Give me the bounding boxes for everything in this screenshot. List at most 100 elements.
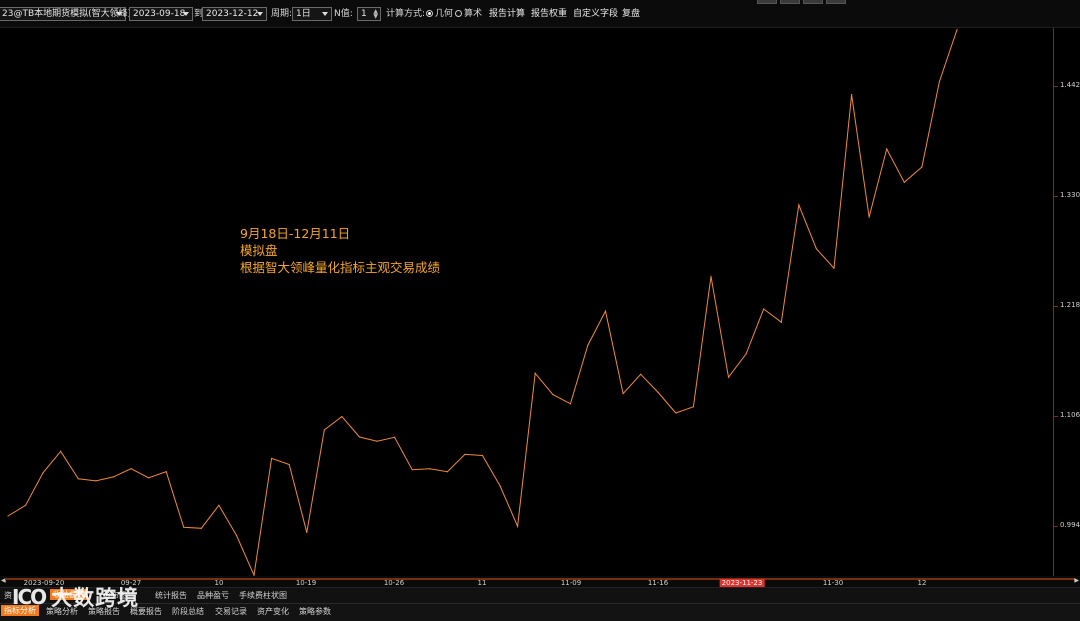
data-point bbox=[376, 440, 378, 442]
watermark-logo: ICO 大数跨境 bbox=[12, 582, 139, 612]
geometric-label: 几何 bbox=[435, 9, 454, 19]
data-point bbox=[692, 406, 694, 408]
start-date-picker[interactable]: 2023-09-18 bbox=[129, 7, 193, 21]
x-tick-label: 10 bbox=[214, 579, 224, 587]
custom-field-button[interactable]: 自定义字段 bbox=[573, 7, 618, 21]
data-point bbox=[429, 468, 431, 470]
n-value-stepper[interactable]: 1 ▲ ▼ bbox=[357, 7, 381, 21]
data-point bbox=[886, 148, 888, 150]
y-tick-mark bbox=[1054, 416, 1058, 418]
review-button[interactable]: 复盘 bbox=[622, 7, 640, 21]
data-point bbox=[60, 450, 62, 452]
tab-asset-changes[interactable]: 资产变化 bbox=[257, 606, 289, 617]
tab-statistics-report[interactable]: 统计报告 bbox=[155, 590, 187, 601]
data-point bbox=[7, 515, 9, 517]
data-point bbox=[710, 275, 712, 278]
x-tick-label: 10-26 bbox=[383, 579, 405, 587]
x-tick-label: 11-09 bbox=[560, 579, 582, 587]
data-point bbox=[24, 504, 27, 506]
radio-selected-icon bbox=[426, 10, 433, 17]
data-point bbox=[130, 468, 132, 470]
data-point bbox=[517, 525, 519, 527]
period-select[interactable]: 1日 bbox=[292, 7, 332, 21]
analysis-tabs: 指标分析 策略分析 策略报告 概要报告 阶段总结 交易记录 资产变化 策略参数 bbox=[0, 603, 1080, 621]
window-button[interactable] bbox=[803, 0, 823, 4]
data-point bbox=[394, 436, 396, 438]
y-tick-mark bbox=[1054, 305, 1058, 307]
data-point bbox=[200, 527, 202, 529]
data-point bbox=[288, 463, 290, 466]
window-button[interactable] bbox=[826, 0, 846, 4]
y-tick-label: 1.2184 bbox=[1060, 300, 1080, 309]
arithmetic-radio[interactable]: 算术 bbox=[455, 7, 482, 21]
data-point bbox=[323, 429, 325, 431]
data-point bbox=[271, 457, 273, 460]
end-date-picker[interactable]: 2023-12-12 bbox=[202, 7, 267, 21]
logo-text: 大数跨境 bbox=[51, 586, 140, 610]
x-tick-label: 11-30 bbox=[822, 579, 844, 587]
view-tabs: 资 收益曲线 分布图 统计报告 品种盈亏 手续费柱状图 bbox=[0, 587, 1080, 603]
tab-product-pnl[interactable]: 品种盈亏 bbox=[197, 590, 229, 601]
scroll-right-icon[interactable]: ▶ bbox=[1074, 577, 1079, 584]
y-axis: 0.9946 1.1065 1.2184 1.3303 1.4422 bbox=[1053, 28, 1080, 576]
tab-funds[interactable]: 资 bbox=[4, 590, 12, 601]
data-point bbox=[183, 526, 185, 528]
data-point bbox=[763, 308, 765, 310]
data-point bbox=[569, 403, 571, 405]
data-point bbox=[956, 29, 958, 31]
y-tick-mark bbox=[1054, 85, 1058, 87]
data-point bbox=[727, 376, 730, 378]
report-calc-button[interactable]: 报告计算 bbox=[489, 7, 525, 21]
x-tick-label: 10-19 bbox=[295, 579, 317, 587]
tab-phase-summary[interactable]: 阶段总结 bbox=[172, 606, 204, 617]
data-point bbox=[815, 248, 818, 250]
n-value-label: N值: bbox=[334, 9, 353, 19]
account-select[interactable]: 23@TB本地期货模拟(智大领峰) bbox=[0, 7, 131, 21]
data-point bbox=[868, 216, 870, 218]
data-point bbox=[587, 344, 589, 346]
data-point bbox=[446, 471, 448, 473]
data-point bbox=[481, 454, 484, 457]
x-tick-label: 11 bbox=[477, 579, 487, 587]
data-point bbox=[604, 310, 607, 312]
data-point bbox=[622, 392, 624, 395]
tab-commission-bar-chart[interactable]: 手续费柱状图 bbox=[239, 590, 287, 601]
equity-curve-chart[interactable] bbox=[0, 28, 1053, 577]
y-tick-label: 1.1065 bbox=[1060, 411, 1080, 420]
x-tick-label: 11-16 bbox=[647, 579, 669, 587]
period-value: 1日 bbox=[296, 9, 311, 19]
data-point bbox=[640, 373, 642, 375]
x-axis[interactable]: ◀ ▶ 2023-09-20 09-27 10 10-19 10-26 11 11-09 11… bbox=[0, 576, 1080, 587]
end-date-value: 2023-12-12 bbox=[206, 9, 259, 19]
data-point bbox=[95, 480, 97, 482]
calc-method-label: 计算方式: bbox=[386, 9, 426, 19]
start-date-value: 2023-09-18 bbox=[133, 9, 186, 19]
data-point bbox=[112, 476, 115, 478]
data-point bbox=[464, 453, 466, 456]
y-tick-mark bbox=[1054, 195, 1058, 197]
window-button[interactable] bbox=[780, 0, 800, 4]
geometric-radio[interactable]: 几何 bbox=[426, 7, 453, 21]
data-point bbox=[938, 80, 941, 83]
data-point bbox=[235, 534, 238, 537]
window-button[interactable] bbox=[757, 0, 777, 4]
x-tick-label-highlighted: 2023-11-23 bbox=[719, 579, 765, 587]
tab-trade-records[interactable]: 交易记录 bbox=[215, 606, 247, 617]
data-point bbox=[341, 416, 343, 418]
y-tick-mark bbox=[1054, 526, 1058, 528]
data-point bbox=[552, 393, 554, 396]
logo-mark: ICO bbox=[12, 585, 47, 609]
annotation-description: 根据智大领峰量化指标主观交易成绩 bbox=[240, 260, 441, 275]
tab-strategy-params[interactable]: 策略参数 bbox=[299, 606, 331, 617]
data-point bbox=[77, 478, 79, 480]
chart-canvas bbox=[7, 29, 958, 577]
data-point bbox=[499, 485, 501, 487]
y-tick-label: 1.3303 bbox=[1060, 190, 1080, 199]
data-point bbox=[147, 477, 150, 479]
data-point bbox=[165, 471, 167, 473]
data-point bbox=[921, 166, 923, 168]
data-point bbox=[850, 94, 853, 96]
x-axis-line bbox=[5, 578, 1075, 580]
data-point bbox=[745, 353, 747, 355]
report-weight-button[interactable]: 报告权重 bbox=[531, 7, 567, 21]
